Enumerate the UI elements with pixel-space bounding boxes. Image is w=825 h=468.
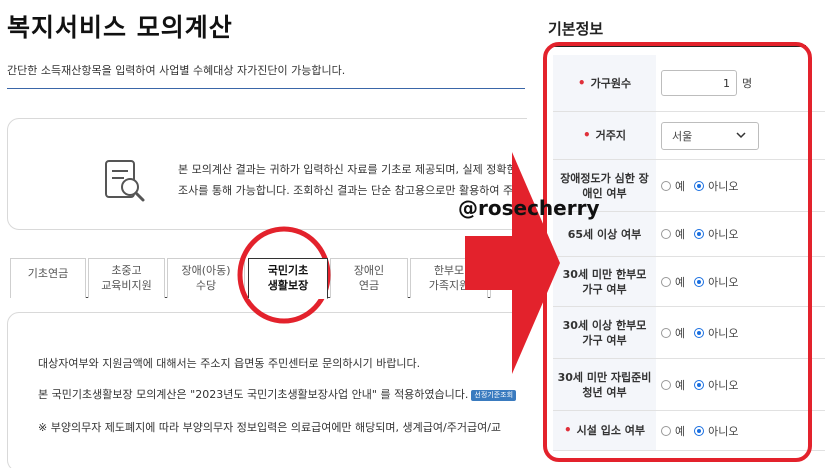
content-text-line2-text: 본 국민기초생활보장 모의계산은 "2023년도 국민기초생활보장사업 안내" … <box>38 388 469 401</box>
content-box: 대상자여부와 지원금액에 대해서는 주소지 읍면동 주민센터로 문의하시기 바랍… <box>7 312 547 468</box>
independent-youth-no-radio[interactable] <box>694 379 705 390</box>
required-marker: • <box>582 128 591 142</box>
page-title: 복지서비스 모의계산 <box>7 13 233 42</box>
residence-label-text: 거주지 <box>595 129 627 142</box>
single-parent-over30-row: 30세 이상 한부모 가구 여부 예 아니오 <box>553 307 825 359</box>
tab-label: 수당 <box>195 279 217 292</box>
tab-label: 교육비지원 <box>101 279 152 292</box>
household-size-input[interactable] <box>661 70 737 96</box>
radio-yes-label: 예 <box>675 326 686 340</box>
radio-yes-label: 예 <box>675 275 686 289</box>
age-65-no-radio[interactable] <box>694 229 705 239</box>
household-size-row: • 가구원수 명 <box>553 55 825 112</box>
household-size-label-text: 가구원수 <box>590 76 632 90</box>
tab-disability-pension[interactable]: 장애인 연금 <box>330 258 408 298</box>
radio-no-label: 아니오 <box>708 179 739 193</box>
single-parent-under30-label: 30세 미만 한부모 가구 여부 <box>553 257 656 306</box>
tab-label: 가족지원 <box>428 279 470 292</box>
residence-select[interactable]: 서울 <box>661 121 759 150</box>
severe-disability-no-radio[interactable] <box>694 180 705 191</box>
independent-youth-row: 30세 미만 자립준비 청년 여부 예 아니오 <box>553 359 825 411</box>
document-search-icon <box>105 160 145 202</box>
tab-label: 한부모 <box>433 264 465 277</box>
single-parent-over30-no-radio[interactable] <box>694 327 705 338</box>
radio-yes-label: 예 <box>675 228 686 241</box>
independent-youth-yes-radio[interactable] <box>661 379 671 390</box>
single-parent-over30-yes-radio[interactable] <box>661 327 671 338</box>
facility-admission-label-text: 시설 입소 여부 <box>576 424 646 437</box>
page-description: 간단한 소득재산항목을 입력하여 사업별 수혜대상 자가진단이 가능합니다. <box>7 64 346 77</box>
radio-no-label: 아니오 <box>708 228 739 241</box>
facility-admission-no-radio[interactable] <box>694 425 705 436</box>
criteria-lookup-badge[interactable]: 선정기준조회 <box>471 389 517 401</box>
tab-basic-livelihood[interactable]: 국민기초 생활보장 <box>248 258 328 299</box>
radio-no-label: 아니오 <box>708 424 739 438</box>
service-tabs: 기초연금 초중고 교육비지원 장애(아동) 수당 국민기초 생활보장 장애인 연… <box>10 258 550 299</box>
severe-disability-yes-radio[interactable] <box>661 180 671 191</box>
content-text-line2: 본 국민기초생활보장 모의계산은 "2023년도 국민기초생활보장사업 안내" … <box>38 386 517 402</box>
residence-selected-value: 서울 <box>672 129 693 143</box>
tab-basic-pension[interactable]: 기초연금 <box>10 258 86 298</box>
household-unit: 명 <box>742 77 753 90</box>
independent-youth-label: 30세 미만 자립준비 청년 여부 <box>553 359 656 410</box>
single-parent-under30-yes-radio[interactable] <box>661 276 671 287</box>
single-parent-over30-label: 30세 이상 한부모 가구 여부 <box>553 307 656 358</box>
tab-label: 초중고 <box>111 264 142 277</box>
residence-label: • 거주지 <box>553 112 656 159</box>
radio-yes-label: 예 <box>675 179 686 193</box>
single-parent-under30-no-radio[interactable] <box>694 276 705 287</box>
tab-disability-allowance[interactable]: 장애(아동) 수당 <box>167 258 245 298</box>
content-text-line1: 대상자여부와 지원금액에 대해서는 주소지 읍면동 주민센터로 문의하시기 바랍… <box>38 357 421 370</box>
tab-label: 생활보장 <box>267 279 309 292</box>
facility-admission-label: • 시설 입소 여부 <box>553 411 656 450</box>
tab-single-parent[interactable]: 한부모 가족지원 <box>410 258 488 298</box>
tab-education-support[interactable]: 초중고 교육비지원 <box>88 258 165 298</box>
facility-admission-yes-radio[interactable] <box>661 425 671 436</box>
radio-no-label: 아니오 <box>708 378 739 392</box>
radio-no-label: 아니오 <box>708 275 739 289</box>
required-marker: • <box>563 423 572 437</box>
single-parent-under30-row: 30세 미만 한부모 가구 여부 예 아니오 <box>553 257 825 307</box>
tab-label: 장애인 <box>353 264 385 277</box>
tab-label: 국민기초 <box>267 264 309 277</box>
content-text-line3: ※ 부양의무자 제도폐지에 따라 부양의무자 정보입력은 의료급여에만 해당되며… <box>38 421 502 434</box>
section-title: 기본정보 <box>548 20 604 38</box>
facility-admission-row: • 시설 입소 여부 예 아니오 <box>553 411 825 451</box>
radio-no-label: 아니오 <box>708 326 739 340</box>
tab-label: 장애(아동) <box>181 264 231 277</box>
chevron-down-icon <box>736 131 746 138</box>
age-65-yes-radio[interactable] <box>661 229 671 239</box>
tab-label: 연금 <box>358 279 380 292</box>
title-divider <box>7 88 525 89</box>
watermark-text: @rosecherry <box>458 196 600 220</box>
tab-label: 기초연금 <box>27 267 69 280</box>
residence-row: • 거주지 서울 <box>553 112 825 160</box>
radio-yes-label: 예 <box>675 378 686 392</box>
radio-yes-label: 예 <box>675 424 686 438</box>
notice-text-line1: 본 모의계산 결과는 귀하가 입력하신 자료를 기초로 제공되며, 실제 정확한 <box>178 163 517 176</box>
household-size-label: • 가구원수 <box>553 55 656 111</box>
required-marker: • <box>577 75 586 90</box>
